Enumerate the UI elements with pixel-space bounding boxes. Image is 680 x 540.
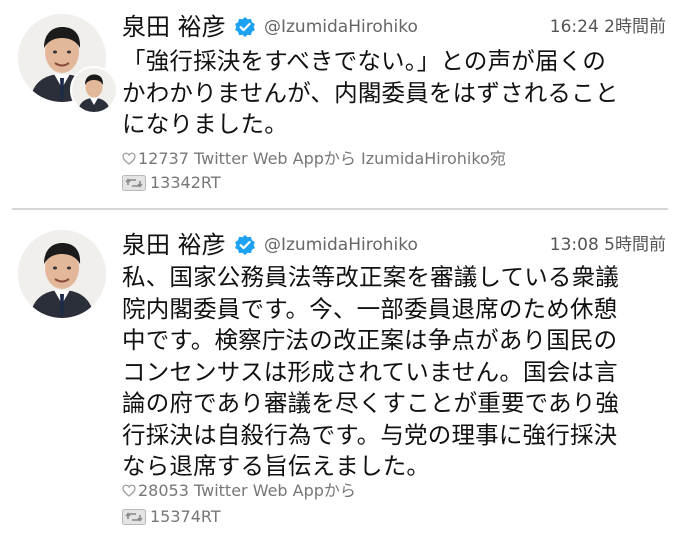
tweet-source: Twitter Web Appから IzumidaHirohiko宛 bbox=[193, 149, 506, 168]
tweet-item[interactable]: 泉田 裕彦 @IzumidaHirohiko 13:08 5時間前 私、国家公務… bbox=[0, 212, 680, 540]
user-handle[interactable]: @IzumidaHirohiko bbox=[264, 233, 418, 257]
tweet-timestamp[interactable]: 13:08 5時間前 bbox=[550, 233, 666, 257]
retweet-icon[interactable] bbox=[122, 509, 146, 525]
tweet-header: 泉田 裕彦 @IzumidaHirohiko 16:24 2時間前 bbox=[122, 12, 666, 44]
tweet-item[interactable]: 泉田 裕彦 @IzumidaHirohiko 16:24 2時間前 「強行採決を… bbox=[0, 0, 680, 206]
tweet-text-line: なら退席する旨伝えました。 bbox=[122, 452, 431, 480]
verified-badge-icon bbox=[234, 234, 256, 256]
retweet-count: 13342RT bbox=[150, 173, 221, 192]
heart-icon[interactable] bbox=[122, 481, 136, 497]
heart-icon[interactable] bbox=[122, 149, 136, 165]
avatar[interactable] bbox=[18, 230, 106, 318]
tweet-text-line: コンセンサスは形成されていません。国会は言 bbox=[122, 357, 618, 386]
tweet-source: Twitter Web Appから bbox=[193, 481, 356, 500]
tweet-timestamp[interactable]: 16:24 2時間前 bbox=[550, 15, 666, 39]
retweet-count: 15374RT bbox=[150, 507, 221, 526]
tweet-text-line: 院内閣委員です。今、一部委員退席のため休憩 bbox=[122, 294, 618, 323]
tweet-text-line: かわかりませんが、内閣委員をはずされること bbox=[122, 78, 619, 107]
verified-badge-icon bbox=[234, 16, 256, 38]
tweet-text-line: 「強行採決をすべきでない。」との声が届くの bbox=[122, 47, 607, 75]
tweet-meta: 12737 Twitter Web Appから IzumidaHirohiko宛 bbox=[122, 148, 506, 170]
like-count: 12737 bbox=[138, 149, 194, 168]
tweet-text-line: になりました。 bbox=[122, 110, 288, 138]
retweet-info: 15374RT bbox=[122, 506, 221, 528]
retweeted-by-avatar[interactable] bbox=[70, 66, 118, 114]
tweet-text: 私、国家公務員法等改正案を審議している衆議 院内閣委員です。今、一部委員退席のた… bbox=[122, 262, 662, 483]
tweet-meta: 28053 Twitter Web Appから bbox=[122, 480, 356, 502]
tweet-text-line: 私、国家公務員法等改正案を審議している衆議 bbox=[122, 263, 619, 291]
tweet-text-line: 中です。検察庁法の改正案は争点があり国民の bbox=[122, 326, 618, 354]
user-handle[interactable]: @IzumidaHirohiko bbox=[264, 15, 418, 39]
tweet-text-line: 論の府であり審議を尽くすことが重要であり強 bbox=[122, 389, 620, 417]
like-count: 28053 bbox=[138, 481, 194, 500]
tweet-text: 「強行採決をすべきでない。」との声が届くの かわかりませんが、内閣委員をはずされ… bbox=[122, 46, 662, 141]
display-name[interactable]: 泉田 裕彦 bbox=[122, 230, 226, 260]
display-name[interactable]: 泉田 裕彦 bbox=[122, 12, 226, 42]
tweet-divider bbox=[12, 208, 668, 210]
tweet-text-line: 行採決は自殺行為です。与党の理事に強行採決 bbox=[122, 420, 618, 449]
tweet-header: 泉田 裕彦 @IzumidaHirohiko 13:08 5時間前 bbox=[122, 230, 666, 262]
retweet-icon[interactable] bbox=[122, 175, 146, 191]
retweet-info: 13342RT bbox=[122, 172, 221, 194]
tweet-feed: 泉田 裕彦 @IzumidaHirohiko 16:24 2時間前 「強行採決を… bbox=[0, 0, 680, 540]
